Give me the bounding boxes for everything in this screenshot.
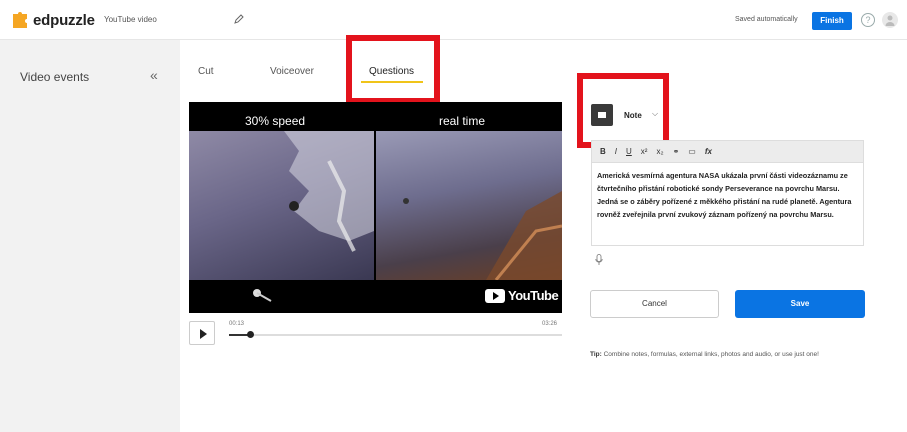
- pencil-icon[interactable]: [233, 13, 245, 25]
- video-events-sidebar: Video events «: [0, 40, 180, 432]
- user-avatar[interactable]: [882, 12, 898, 28]
- cancel-button[interactable]: Cancel: [590, 290, 719, 318]
- youtube-wordmark: YouTube: [508, 288, 559, 303]
- italic-button[interactable]: I: [615, 147, 617, 156]
- finish-button[interactable]: Finish: [812, 12, 852, 30]
- puzzle-logo-icon: [13, 12, 27, 28]
- total-time: 03:26: [542, 321, 558, 327]
- user-icon: [885, 15, 895, 26]
- sidebar-title: Video events: [20, 70, 90, 84]
- save-button[interactable]: Save: [735, 290, 865, 318]
- underline-button[interactable]: U: [626, 147, 632, 156]
- video-title[interactable]: YouTube video: [104, 15, 157, 24]
- chevron-down-icon[interactable]: ⌵: [652, 109, 658, 119]
- tab-cut[interactable]: Cut: [198, 66, 214, 77]
- brand-name: edpuzzle: [33, 11, 95, 29]
- youtube-play-icon: [485, 288, 505, 303]
- edpuzzle-logo[interactable]: edpuzzle: [10, 10, 95, 30]
- bold-button[interactable]: B: [600, 147, 606, 156]
- link-icon[interactable]: ⚭: [673, 147, 680, 156]
- video-frame-left: [189, 131, 374, 280]
- tip-text: Tip: Combine notes, formulas, external l…: [590, 349, 865, 361]
- microphone-icon[interactable]: [595, 254, 603, 266]
- subscript-button[interactable]: x₂: [656, 147, 663, 156]
- rover-debris-left: [284, 131, 374, 252]
- timeline-scrubber[interactable]: [229, 331, 562, 338]
- collapse-sidebar-icon[interactable]: «: [150, 67, 158, 83]
- editor-toolbar: B I U x² x₂ ⚭ ▭ fx: [592, 141, 863, 163]
- video-frame-right: [376, 131, 562, 281]
- highlight-box-questions: [346, 35, 440, 104]
- video-label-right: real time: [439, 114, 486, 128]
- note-text[interactable]: Americká vesmírná agentura NASA ukázala …: [597, 169, 859, 221]
- video-label-left: 30% speed: [245, 114, 306, 128]
- image-icon[interactable]: ▭: [688, 147, 696, 156]
- tip-body: Combine notes, formulas, external links,…: [601, 351, 819, 358]
- formula-icon[interactable]: fx: [705, 147, 712, 156]
- rover-debris-right: [403, 191, 562, 281]
- current-time: 00:13: [229, 321, 245, 327]
- debris-bottom-left: [253, 289, 272, 302]
- help-icon[interactable]: ?: [861, 13, 875, 27]
- note-type-icon[interactable]: [591, 104, 613, 126]
- youtube-logo[interactable]: YouTube: [485, 288, 559, 303]
- saved-status: Saved automatically: [735, 16, 798, 23]
- note-editor[interactable]: B I U x² x₂ ⚭ ▭ fx Americká vesmírná age…: [591, 140, 864, 246]
- superscript-button[interactable]: x²: [641, 147, 648, 156]
- question-type-label[interactable]: Note: [624, 111, 642, 120]
- tip-prefix: Tip:: [590, 351, 602, 358]
- top-bar: edpuzzle YouTube video Saved automatical…: [0, 0, 907, 40]
- timeline-handle[interactable]: [246, 331, 254, 338]
- play-button[interactable]: [189, 321, 215, 345]
- video-player[interactable]: 30% speed real time YouTube: [189, 102, 562, 313]
- tab-voiceover[interactable]: Voiceover: [270, 66, 314, 77]
